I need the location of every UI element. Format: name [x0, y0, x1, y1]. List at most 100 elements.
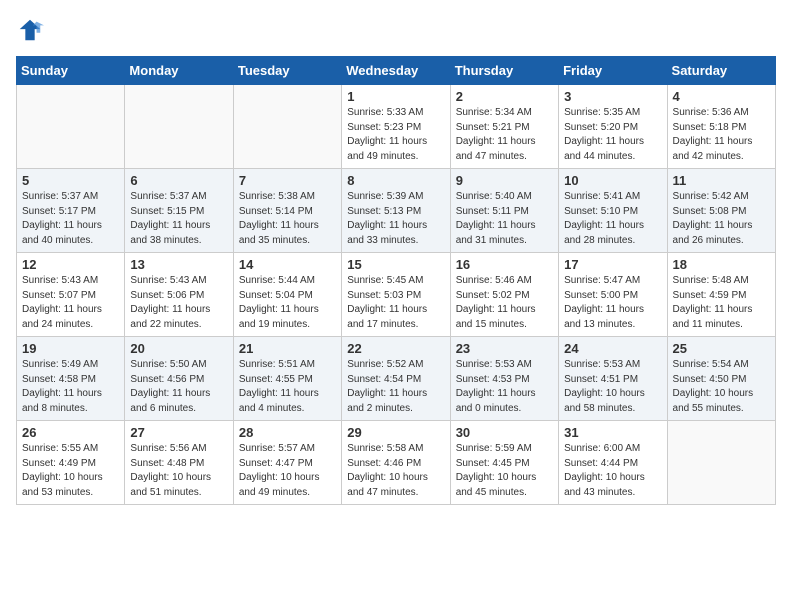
day-info: Sunrise: 5:53 AM Sunset: 4:51 PM Dayligh… [564, 358, 661, 416]
day-number: 25 [673, 341, 770, 356]
weekday-header-sunday: Sunday [17, 57, 125, 85]
calendar-cell: 11 Sunrise: 5:42 AM Sunset: 5:08 PM Dayli… [667, 169, 775, 253]
day-info: Sunrise: 5:37 AM Sunset: 5:17 PM Dayligh… [22, 190, 119, 248]
day-number: 20 [130, 341, 227, 356]
day-info: Sunrise: 5:47 AM Sunset: 5:00 PM Dayligh… [564, 274, 661, 332]
day-info: Sunrise: 5:51 AM Sunset: 4:55 PM Dayligh… [239, 358, 336, 416]
day-info: Sunrise: 5:56 AM Sunset: 4:48 PM Dayligh… [130, 442, 227, 500]
weekday-header-friday: Friday [559, 57, 667, 85]
day-number: 22 [347, 341, 444, 356]
logo-icon [16, 16, 44, 44]
day-number: 10 [564, 173, 661, 188]
day-info: Sunrise: 6:00 AM Sunset: 4:44 PM Dayligh… [564, 442, 661, 500]
day-info: Sunrise: 5:59 AM Sunset: 4:45 PM Dayligh… [456, 442, 553, 500]
calendar-cell: 29 Sunrise: 5:58 AM Sunset: 4:46 PM Dayli… [342, 421, 450, 505]
calendar-cell: 14 Sunrise: 5:44 AM Sunset: 5:04 PM Dayli… [233, 253, 341, 337]
calendar-cell: 23 Sunrise: 5:53 AM Sunset: 4:53 PM Dayli… [450, 337, 558, 421]
day-info: Sunrise: 5:35 AM Sunset: 5:20 PM Dayligh… [564, 106, 661, 164]
day-number: 5 [22, 173, 119, 188]
day-info: Sunrise: 5:54 AM Sunset: 4:50 PM Dayligh… [673, 358, 770, 416]
calendar-cell: 28 Sunrise: 5:57 AM Sunset: 4:47 PM Dayli… [233, 421, 341, 505]
day-number: 24 [564, 341, 661, 356]
calendar-cell: 22Sunrise: 5:52 AM Sunset: 4:54 PM Dayli… [342, 337, 450, 421]
day-info: Sunrise: 5:43 AM Sunset: 5:07 PM Dayligh… [22, 274, 119, 332]
day-info: Sunrise: 5:37 AM Sunset: 5:15 PM Dayligh… [130, 190, 227, 248]
day-number: 27 [130, 425, 227, 440]
calendar-cell [125, 85, 233, 169]
weekday-header-thursday: Thursday [450, 57, 558, 85]
day-number: 9 [456, 173, 553, 188]
day-number: 3 [564, 89, 661, 104]
calendar-cell: 21 Sunrise: 5:51 AM Sunset: 4:55 PM Dayli… [233, 337, 341, 421]
calendar-cell: 12Sunrise: 5:43 AM Sunset: 5:07 PM Dayli… [17, 253, 125, 337]
calendar-cell: 31Sunrise: 6:00 AM Sunset: 4:44 PM Dayli… [559, 421, 667, 505]
day-info: Sunrise: 5:33 AM Sunset: 5:23 PM Dayligh… [347, 106, 444, 164]
day-info: Sunrise: 5:58 AM Sunset: 4:46 PM Dayligh… [347, 442, 444, 500]
day-info: Sunrise: 5:43 AM Sunset: 5:06 PM Dayligh… [130, 274, 227, 332]
day-number: 21 [239, 341, 336, 356]
calendar-cell: 4 Sunrise: 5:36 AM Sunset: 5:18 PM Daylig… [667, 85, 775, 169]
calendar-cell: 8 Sunrise: 5:39 AM Sunset: 5:13 PM Daylig… [342, 169, 450, 253]
calendar-cell: 2Sunrise: 5:34 AM Sunset: 5:21 PM Daylig… [450, 85, 558, 169]
calendar-cell: 1 Sunrise: 5:33 AM Sunset: 5:23 PM Daylig… [342, 85, 450, 169]
day-info: Sunrise: 5:34 AM Sunset: 5:21 PM Dayligh… [456, 106, 553, 164]
calendar-cell: 13Sunrise: 5:43 AM Sunset: 5:06 PM Dayli… [125, 253, 233, 337]
day-number: 29 [347, 425, 444, 440]
day-info: Sunrise: 5:46 AM Sunset: 5:02 PM Dayligh… [456, 274, 553, 332]
day-number: 8 [347, 173, 444, 188]
day-number: 14 [239, 257, 336, 272]
day-number: 11 [673, 173, 770, 188]
day-number: 17 [564, 257, 661, 272]
day-info: Sunrise: 5:41 AM Sunset: 5:10 PM Dayligh… [564, 190, 661, 248]
calendar-table: SundayMondayTuesdayWednesdayThursdayFrid… [16, 56, 776, 505]
calendar-cell: 10 Sunrise: 5:41 AM Sunset: 5:10 PM Dayli… [559, 169, 667, 253]
calendar-week-row: 26 Sunrise: 5:55 AM Sunset: 4:49 PM Dayli… [17, 421, 776, 505]
day-number: 23 [456, 341, 553, 356]
day-info: Sunrise: 5:57 AM Sunset: 4:47 PM Dayligh… [239, 442, 336, 500]
day-info: Sunrise: 5:45 AM Sunset: 5:03 PM Dayligh… [347, 274, 444, 332]
weekday-header-tuesday: Tuesday [233, 57, 341, 85]
day-number: 30 [456, 425, 553, 440]
calendar-cell: 17 Sunrise: 5:47 AM Sunset: 5:00 PM Dayli… [559, 253, 667, 337]
day-number: 6 [130, 173, 227, 188]
calendar-cell: 25 Sunrise: 5:54 AM Sunset: 4:50 PM Dayli… [667, 337, 775, 421]
day-info: Sunrise: 5:42 AM Sunset: 5:08 PM Dayligh… [673, 190, 770, 248]
calendar-cell: 15 Sunrise: 5:45 AM Sunset: 5:03 PM Dayli… [342, 253, 450, 337]
calendar-cell: 16 Sunrise: 5:46 AM Sunset: 5:02 PM Dayli… [450, 253, 558, 337]
day-number: 26 [22, 425, 119, 440]
calendar-week-row: 19Sunrise: 5:49 AM Sunset: 4:58 PM Dayli… [17, 337, 776, 421]
calendar-cell [667, 421, 775, 505]
day-info: Sunrise: 5:50 AM Sunset: 4:56 PM Dayligh… [130, 358, 227, 416]
calendar-week-row: 5 Sunrise: 5:37 AM Sunset: 5:17 PM Daylig… [17, 169, 776, 253]
day-number: 4 [673, 89, 770, 104]
day-number: 7 [239, 173, 336, 188]
day-info: Sunrise: 5:36 AM Sunset: 5:18 PM Dayligh… [673, 106, 770, 164]
calendar-header-row: SundayMondayTuesdayWednesdayThursdayFrid… [17, 57, 776, 85]
day-number: 16 [456, 257, 553, 272]
calendar-cell: 7 Sunrise: 5:38 AM Sunset: 5:14 PM Daylig… [233, 169, 341, 253]
day-info: Sunrise: 5:53 AM Sunset: 4:53 PM Dayligh… [456, 358, 553, 416]
day-info: Sunrise: 5:39 AM Sunset: 5:13 PM Dayligh… [347, 190, 444, 248]
calendar-week-row: 1 Sunrise: 5:33 AM Sunset: 5:23 PM Daylig… [17, 85, 776, 169]
weekday-header-monday: Monday [125, 57, 233, 85]
calendar-cell: 5 Sunrise: 5:37 AM Sunset: 5:17 PM Daylig… [17, 169, 125, 253]
day-number: 15 [347, 257, 444, 272]
calendar-cell: 6 Sunrise: 5:37 AM Sunset: 5:15 PM Daylig… [125, 169, 233, 253]
weekday-header-wednesday: Wednesday [342, 57, 450, 85]
weekday-header-saturday: Saturday [667, 57, 775, 85]
day-number: 28 [239, 425, 336, 440]
calendar-cell: 27 Sunrise: 5:56 AM Sunset: 4:48 PM Dayli… [125, 421, 233, 505]
day-number: 1 [347, 89, 444, 104]
calendar-cell: 3 Sunrise: 5:35 AM Sunset: 5:20 PM Daylig… [559, 85, 667, 169]
day-number: 19 [22, 341, 119, 356]
calendar-cell: 18Sunrise: 5:48 AM Sunset: 4:59 PM Dayli… [667, 253, 775, 337]
calendar-cell [17, 85, 125, 169]
calendar-cell: 9Sunrise: 5:40 AM Sunset: 5:11 PM Daylig… [450, 169, 558, 253]
logo [16, 16, 48, 44]
day-info: Sunrise: 5:38 AM Sunset: 5:14 PM Dayligh… [239, 190, 336, 248]
calendar-cell: 19Sunrise: 5:49 AM Sunset: 4:58 PM Dayli… [17, 337, 125, 421]
day-number: 18 [673, 257, 770, 272]
day-info: Sunrise: 5:55 AM Sunset: 4:49 PM Dayligh… [22, 442, 119, 500]
day-info: Sunrise: 5:44 AM Sunset: 5:04 PM Dayligh… [239, 274, 336, 332]
calendar-cell: 20 Sunrise: 5:50 AM Sunset: 4:56 PM Dayli… [125, 337, 233, 421]
